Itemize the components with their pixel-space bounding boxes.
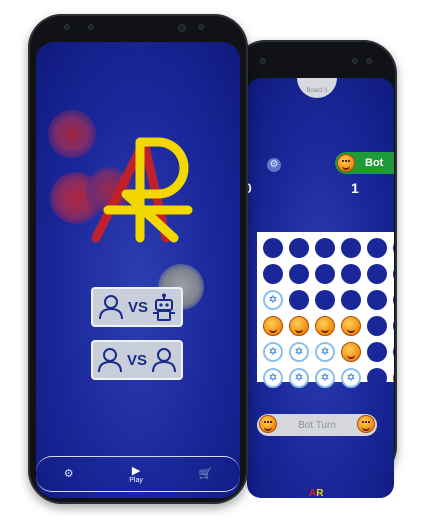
sensor-dot	[352, 58, 358, 64]
bot-disc[interactable]	[263, 316, 283, 336]
player-disc[interactable]: ✡	[263, 342, 283, 362]
board-slot[interactable]	[263, 238, 283, 258]
board-slot[interactable]	[393, 342, 394, 362]
bot-face-icon	[357, 415, 375, 433]
turn-label: Bot Turn	[298, 419, 336, 431]
board-slot[interactable]	[341, 264, 361, 284]
board-slot[interactable]	[315, 238, 335, 258]
bottom-nav: ⚙ ▶ Play 🛒	[36, 456, 240, 492]
menu-screen: VS VS ⚙ ▶ Play 🛒	[36, 42, 240, 498]
person-icon	[97, 348, 122, 373]
board-slot[interactable]	[393, 264, 394, 284]
vs-label: VS	[127, 298, 148, 316]
board-slot[interactable]	[393, 238, 394, 258]
board-slot[interactable]	[367, 238, 387, 258]
vs-player-button[interactable]: VS	[91, 340, 183, 380]
person-icon	[152, 348, 176, 373]
sensor-dot	[198, 24, 204, 30]
player-disc[interactable]: ✡	[315, 368, 335, 388]
board-slot[interactable]	[393, 316, 394, 336]
board-slot[interactable]	[289, 290, 309, 310]
bot-disc[interactable]	[289, 316, 309, 336]
opponent-label: Bot	[365, 157, 384, 169]
board-slot[interactable]	[367, 316, 387, 336]
game-board[interactable]: ✡ ✡ ✡ ✡ ✡ ✡ ✡ ✡	[257, 232, 394, 388]
player-disc[interactable]: ✡	[341, 368, 361, 388]
game-phone: Board 3 ⚙ Bot 0 1 ✡ ✡ ✡ ✡ ✡ ✡ ✡ ✡ Bot Turn AR	[232, 40, 397, 498]
board-slot[interactable]	[367, 264, 387, 284]
board-slot[interactable]	[289, 264, 309, 284]
board-label: Board 3	[297, 78, 337, 98]
board-slot[interactable]	[341, 238, 361, 258]
bot-disc[interactable]	[341, 342, 361, 362]
player-disc[interactable]: ✡	[289, 368, 309, 388]
bot-face-icon	[337, 154, 355, 172]
board-slot[interactable]	[289, 238, 309, 258]
board-slot[interactable]	[315, 264, 335, 284]
camera-dot	[178, 24, 186, 32]
camera-dot	[260, 58, 266, 64]
person-icon	[98, 295, 123, 320]
turn-indicator: Bot Turn	[257, 414, 377, 436]
vs-bot-button[interactable]: VS	[91, 287, 183, 327]
gear-icon: ⚙	[63, 468, 74, 480]
mini-logo: AR	[309, 488, 324, 498]
game-screen: Board 3 ⚙ Bot 0 1 ✡ ✡ ✡ ✡ ✡ ✡ ✡ ✡ Bot Turn AR	[247, 78, 394, 498]
nav-settings[interactable]: ⚙	[64, 468, 74, 480]
player-disc[interactable]: ✡	[263, 368, 283, 388]
bot-disc[interactable]	[341, 316, 361, 336]
board-slot[interactable]	[263, 264, 283, 284]
sensor-dot	[64, 24, 70, 30]
bot-face-icon	[259, 415, 277, 433]
menu-phone: VS VS ⚙ ▶ Play 🛒	[28, 14, 248, 504]
board-slot[interactable]	[367, 290, 387, 310]
player-disc[interactable]: ✡	[289, 342, 309, 362]
player-disc[interactable]: ✡	[263, 290, 283, 310]
board-slot[interactable]	[393, 290, 394, 310]
board-slot[interactable]	[341, 290, 361, 310]
nav-play[interactable]: ▶ Play	[129, 465, 143, 484]
nav-shop[interactable]: 🛒	[198, 468, 212, 480]
nav-play-label: Play	[129, 476, 143, 484]
board-slot[interactable]	[367, 342, 387, 362]
opponent-tag: Bot	[335, 152, 394, 174]
settings-icon[interactable]: ⚙	[267, 158, 281, 172]
bot-disc[interactable]	[393, 368, 394, 388]
play-icon: ▶	[131, 464, 141, 477]
player-disc[interactable]: ✡	[315, 342, 335, 362]
app-logo	[91, 137, 193, 243]
board-slot[interactable]	[367, 368, 387, 388]
vs-label: VS	[126, 351, 147, 369]
sensor-dot	[366, 58, 372, 64]
bot-disc[interactable]	[315, 316, 335, 336]
bot-score: 1	[351, 180, 359, 196]
sensor-dot	[88, 24, 94, 30]
board-slot[interactable]	[315, 290, 335, 310]
cart-icon: 🛒	[198, 468, 213, 480]
robot-icon	[153, 293, 175, 321]
